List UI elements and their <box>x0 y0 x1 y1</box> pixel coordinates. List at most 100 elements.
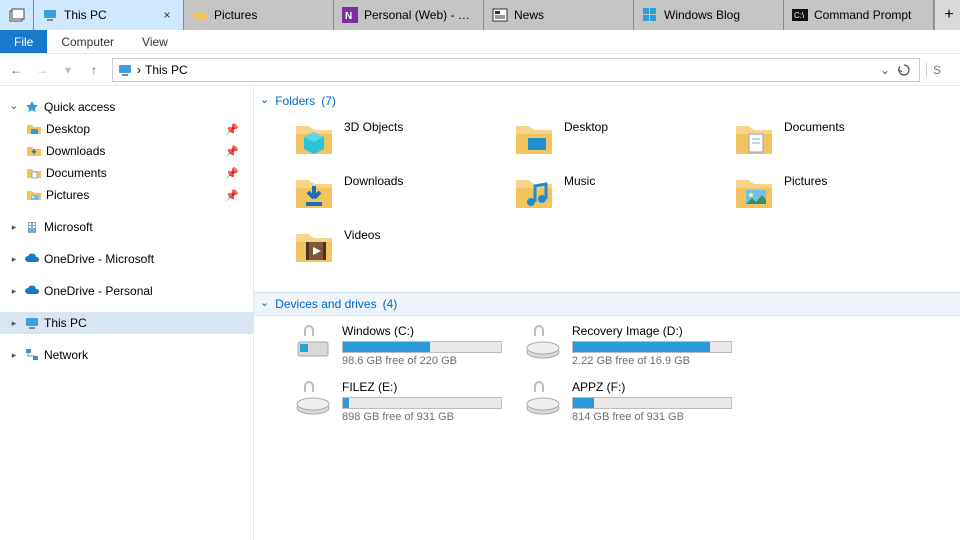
drive-name: APPZ (F:) <box>572 380 732 394</box>
group-header-drives[interactable]: Devices and drives (4) <box>254 292 960 316</box>
pc-icon <box>117 62 133 78</box>
folder-icon <box>734 172 774 212</box>
tab-label: Pictures <box>214 8 325 22</box>
menubar: File Computer View <box>0 30 960 54</box>
tree-downloads[interactable]: Downloads 📌 <box>0 140 253 162</box>
tree-desktop[interactable]: Desktop 📌 <box>0 118 253 140</box>
tree-label: This PC <box>44 316 87 330</box>
folder-item[interactable]: Pictures <box>734 172 954 226</box>
group-title: Folders <box>275 94 315 108</box>
folder-label: Downloads <box>344 172 403 188</box>
pc-icon <box>24 315 40 331</box>
pc-icon <box>42 7 58 23</box>
tree-label: Downloads <box>46 144 105 158</box>
close-icon[interactable]: × <box>159 8 175 22</box>
tree-microsoft[interactable]: Microsoft <box>0 216 253 238</box>
search-box[interactable]: S <box>926 63 956 77</box>
pin-icon: 📌 <box>225 189 239 202</box>
menu-file[interactable]: File <box>0 30 47 53</box>
breadcrumb-sep: › <box>137 63 141 77</box>
drive-item[interactable]: Windows (C:)98.6 GB free of 220 GB <box>294 324 524 380</box>
star-icon <box>24 99 40 115</box>
folder-label: Music <box>564 172 595 188</box>
drive-item[interactable]: APPZ (F:)814 GB free of 931 GB <box>524 380 754 436</box>
tab-label: Command Prompt <box>814 8 925 22</box>
news-icon <box>492 7 508 23</box>
folder-label: Videos <box>344 226 380 242</box>
chevron-expanded-icon <box>260 94 269 108</box>
chevron-down-icon <box>65 63 71 77</box>
tree-label: Microsoft <box>44 220 93 234</box>
tab-this-pc[interactable]: This PC × <box>34 0 184 30</box>
tree-quick-access[interactable]: Quick access <box>0 96 253 118</box>
forward-button[interactable]: → <box>30 58 54 82</box>
chevron-right-icon <box>8 350 20 361</box>
menu-view[interactable]: View <box>128 30 182 53</box>
building-icon <box>24 219 40 235</box>
folder-item[interactable]: Videos <box>294 226 514 280</box>
folder-label: Documents <box>784 118 845 134</box>
group-header-folders[interactable]: Folders (7) <box>254 90 960 112</box>
drive-free-text: 98.6 GB free of 220 GB <box>342 355 502 367</box>
tree-label: OneDrive - Personal <box>44 284 153 298</box>
drive-name: FILEZ (E:) <box>342 380 502 394</box>
tree-onedrive-personal[interactable]: OneDrive - Personal <box>0 280 253 302</box>
tree-this-pc[interactable]: This PC <box>0 312 253 334</box>
folder-label: Pictures <box>784 172 827 188</box>
onenote-icon: N <box>342 7 358 23</box>
drive-item[interactable]: FILEZ (E:) 898 GB free of 931 GB <box>294 380 524 436</box>
recent-locations-button[interactable] <box>56 58 80 82</box>
tree-onedrive-microsoft[interactable]: OneDrive - Microsoft <box>0 248 253 270</box>
chevron-right-icon <box>8 286 20 297</box>
folder-item[interactable]: Music <box>514 172 734 226</box>
drive-item[interactable]: Recovery Image (D:) 2.22 GB free of 16.9 … <box>524 324 754 380</box>
menu-computer[interactable]: Computer <box>47 30 128 53</box>
up-button[interactable]: ↑ <box>82 58 106 82</box>
drive-free-text: 2.22 GB free of 16.9 GB <box>572 355 732 367</box>
tab-app-icon[interactable] <box>0 0 34 30</box>
tree-label: OneDrive - Microsoft <box>44 252 154 266</box>
tree-network[interactable]: Network <box>0 344 253 366</box>
folder-item[interactable]: Downloads <box>294 172 514 226</box>
address-dropdown[interactable]: ⌄ <box>877 63 893 77</box>
tab-news[interactable]: News <box>484 0 634 30</box>
tab-command-prompt[interactable]: C:\ Command Prompt <box>784 0 934 30</box>
refresh-button[interactable] <box>897 63 915 77</box>
folder-item[interactable]: Documents <box>734 118 954 172</box>
drive-usage-bar <box>342 341 502 353</box>
tree-label: Network <box>44 348 88 362</box>
chevron-right-icon <box>8 254 20 265</box>
back-button[interactable]: ← <box>4 58 28 82</box>
tab-onenote[interactable]: N Personal (Web) - One <box>334 0 484 30</box>
folder-item[interactable]: 3D Objects <box>294 118 514 172</box>
breadcrumb-location[interactable]: This PC <box>145 63 188 77</box>
desktop-icon <box>26 121 42 137</box>
folder-icon <box>514 118 554 158</box>
tree-pictures[interactable]: Pictures 📌 <box>0 184 253 206</box>
svg-text:C:\: C:\ <box>794 11 805 20</box>
tab-pictures[interactable]: Pictures <box>184 0 334 30</box>
tab-windows-blog[interactable]: Windows Blog <box>634 0 784 30</box>
windows-icon <box>642 7 658 23</box>
tab-label: News <box>514 8 625 22</box>
tree-label: Pictures <box>46 188 89 202</box>
pin-icon: 📌 <box>225 145 239 158</box>
pin-icon: 📌 <box>225 167 239 180</box>
breadcrumb[interactable]: › This PC ⌄ <box>112 58 920 82</box>
svg-text:N: N <box>345 11 352 22</box>
sidebar: Quick access Desktop 📌 Downloads 📌 Docum… <box>0 86 254 540</box>
new-tab-button[interactable]: + <box>934 0 960 30</box>
folder-grid: 3D Objects Desktop Documents Downloads Music… <box>254 112 960 286</box>
drive-name: Recovery Image (D:) <box>572 324 732 338</box>
folder-item[interactable]: Desktop <box>514 118 734 172</box>
folder-label: 3D Objects <box>344 118 403 134</box>
drive-usage-bar <box>342 397 502 409</box>
drive-free-text: 898 GB free of 931 GB <box>342 411 502 423</box>
folder-icon <box>294 118 334 158</box>
drive-icon <box>294 324 332 362</box>
folder-icon <box>294 172 334 212</box>
tree-documents[interactable]: Documents 📌 <box>0 162 253 184</box>
drive-usage-bar <box>572 397 732 409</box>
network-icon <box>24 347 40 363</box>
onedrive-icon <box>24 283 40 299</box>
